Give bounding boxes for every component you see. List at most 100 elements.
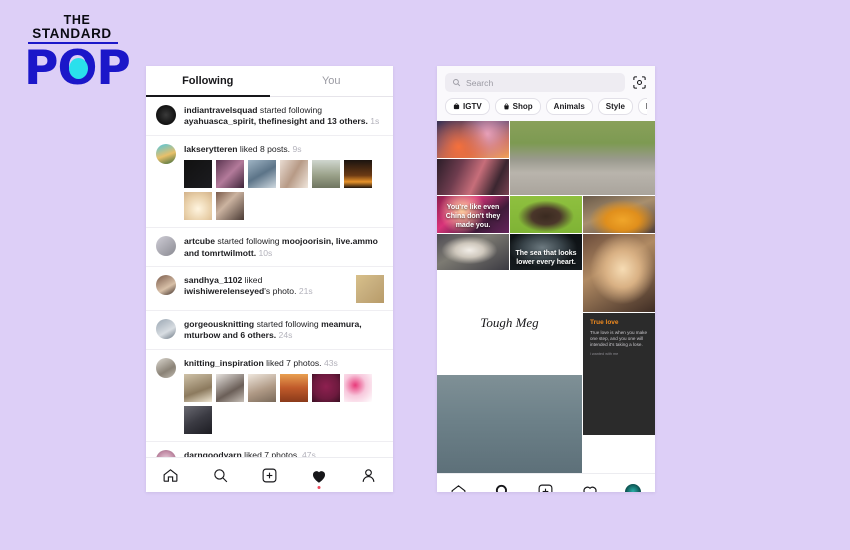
thumbnail[interactable] [216,374,244,403]
avatar[interactable] [156,143,176,164]
list-item[interactable]: artcube started following moojoorisin, l… [146,228,393,268]
activity-timestamp: 24s [278,330,293,341]
brand-logo: THE STANDARD POP [24,13,131,96]
activity-action: liked 7 photos. [263,357,322,368]
nav-profile-button[interactable] [620,480,646,492]
activity-action: started following [254,319,322,330]
nav-search-button[interactable] [207,464,233,488]
tab-following[interactable]: Following [146,66,270,97]
search-input[interactable]: Search [445,73,625,92]
chip-label: Food [646,102,647,111]
explore-post-movie-scene[interactable]: The sea that looks lower every heart. [510,233,582,271]
nav-search-button[interactable] [489,480,515,492]
thumbnail[interactable] [184,160,212,189]
avatar[interactable] [156,275,176,296]
activity-text: artcube started following moojoorisin, l… [184,236,384,259]
explore-post-puppy[interactable] [510,196,582,233]
activity-user[interactable]: sandhya_1102 [184,275,242,285]
list-item[interactable]: indiantravelsquad started following ayah… [146,97,393,136]
avatar[interactable] [156,357,176,378]
activity-targets[interactable]: iwishiwerelenseyed [184,286,264,296]
explore-post-deer-park[interactable] [510,121,655,196]
nav-home-button[interactable] [446,480,472,492]
thumbnail[interactable] [312,374,340,403]
activity-targets[interactable]: ayahuasca_spirit, thefinesight [184,116,307,126]
explore-post-opossum[interactable] [437,233,509,271]
list-item[interactable]: knitting_inspiration liked 7 photos. 43s [146,350,393,443]
list-item[interactable]: sandhya_1102 liked iwishiwerelenseyed's … [146,267,393,312]
chip-animals[interactable]: Animals [545,98,593,115]
avatar[interactable] [156,319,176,340]
thumbnail[interactable] [312,160,340,189]
avatar[interactable] [156,236,176,257]
explore-post-portrait-meme[interactable]: You're like even China don't they made y… [437,196,509,233]
search-icon [453,79,461,87]
heart-icon [582,486,597,492]
activity-suffix: and 6 others. [220,330,277,341]
thumbnail[interactable] [280,374,308,403]
explore-post-true-love-card[interactable]: True love True love is when you make one… [583,313,655,436]
avatar[interactable] [156,450,176,457]
explore-search-header: Search IGTV Shop Animals Style [437,66,655,121]
activity-feed-list[interactable]: indiantravelsquad started following ayah… [146,97,393,457]
activity-suffix: and 13 others. [307,116,368,127]
activity-user[interactable]: gorgeousknitting [184,319,254,329]
activity-user[interactable]: darngoodyarn [184,450,242,457]
explore-post-blonde-icecream[interactable] [583,233,655,313]
bottom-navigation-bar [146,457,393,492]
activity-side-photo[interactable] [356,275,384,304]
thumbnail[interactable] [344,374,372,403]
explore-post-cartoon-jail[interactable] [437,374,582,473]
chip-shop[interactable]: Shop [494,98,541,115]
tab-you[interactable]: You [270,66,394,96]
avatar[interactable] [156,105,176,125]
camera-scan-icon[interactable] [632,75,647,90]
activity-timestamp: 47s [301,450,316,457]
shopping-bag-icon [503,103,509,110]
list-item[interactable]: darngoodyarn liked 7 photos. 47s [146,442,393,457]
explore-category-chips[interactable]: IGTV Shop Animals Style Food [445,98,647,115]
activity-user[interactable]: knitting_inspiration [184,358,264,368]
thumbnail[interactable] [248,374,276,403]
activity-targets[interactable]: moojoorisin, live.ammo [282,236,378,246]
activity-timestamp: 9s [292,143,302,154]
thumbnail[interactable] [184,406,212,435]
true-love-sub: i wanted with me [590,352,619,357]
thumbnail[interactable] [216,160,244,189]
explore-post-sunset[interactable] [437,121,509,158]
search-icon [213,469,227,483]
list-item[interactable]: gorgeousknitting started following meamu… [146,311,393,350]
screenshot-canvas: THE STANDARD POP Following You indiantra… [0,0,850,550]
logo-wordmark-pop: POP [24,45,131,92]
explore-post-woman-collage[interactable] [437,158,509,196]
list-item[interactable]: lakserytteren liked 8 posts. 9s [146,136,393,229]
true-love-body: True love is when you make one step, and… [590,330,648,348]
chip-igtv[interactable]: IGTV [445,98,490,115]
thumbnail[interactable] [248,160,276,189]
nav-activity-button[interactable] [306,464,332,489]
nav-home-button[interactable] [158,464,184,488]
nav-profile-button[interactable] [355,464,381,488]
activity-user[interactable]: artcube [184,236,215,246]
nav-add-post-button[interactable] [533,480,559,492]
explore-post-noodles[interactable] [583,196,655,233]
activity-suffix: and tomrtwilmott. [184,247,257,258]
home-icon [451,485,466,492]
logo-line-the: THE [63,13,91,27]
activity-tabs: Following You [146,66,393,97]
activity-user[interactable]: indiantravelsquad [184,105,258,115]
explore-post-tough-meg[interactable]: Tough Meg [437,271,582,374]
nav-add-post-button[interactable] [256,464,282,488]
tab-following-label: Following [182,75,234,87]
thumbnail[interactable] [280,160,308,189]
thumbnail[interactable] [216,192,244,221]
activity-user[interactable]: lakserytteren [184,144,238,154]
thumbnail[interactable] [184,374,212,403]
thumbnail[interactable] [344,160,372,189]
activity-suffix: 's photo. [264,286,297,297]
nav-activity-button[interactable] [577,480,603,492]
bottom-navigation-bar [437,473,655,492]
chip-style[interactable]: Style [597,98,633,115]
chip-food[interactable]: Food [637,98,647,115]
thumbnail[interactable] [184,192,212,221]
